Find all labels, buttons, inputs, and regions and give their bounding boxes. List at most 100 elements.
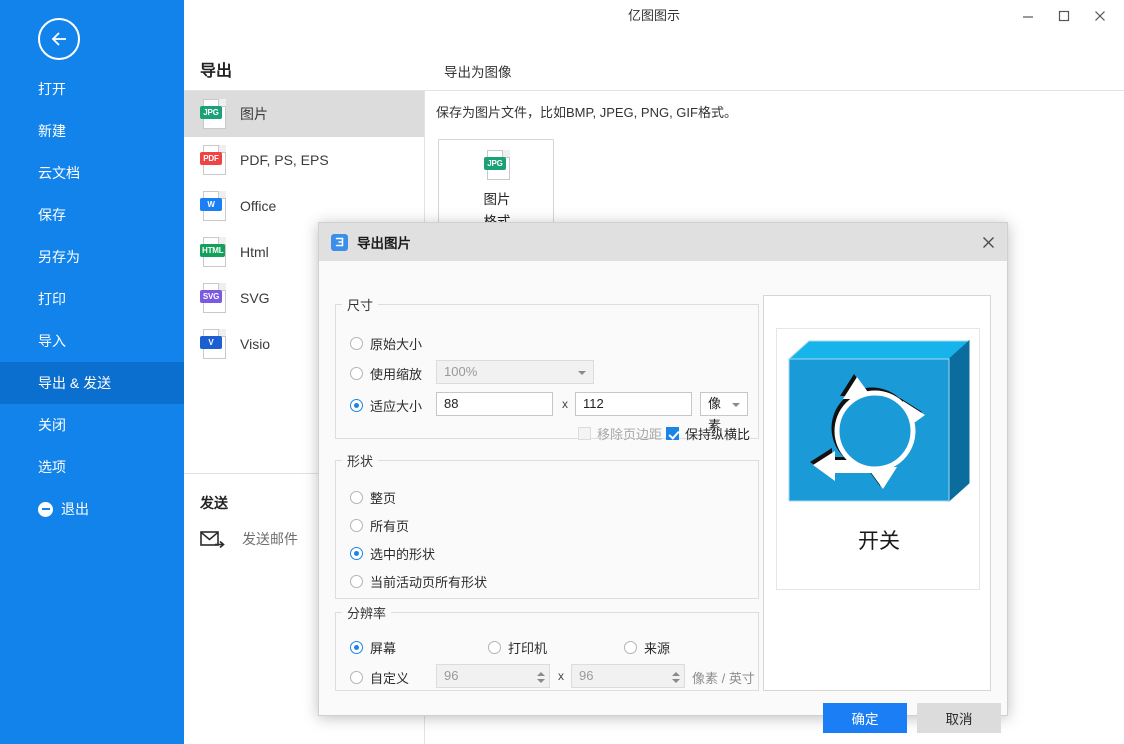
cancel-button-label: 取消 (945, 712, 973, 727)
format-card-line1: 图片 (483, 192, 511, 207)
checkbox-remove-margin[interactable]: 移除页边距 (578, 424, 662, 443)
back-arrow-icon[interactable] (38, 18, 80, 60)
file-type-image[interactable]: JPG 图片 (184, 91, 424, 137)
size-group-legend: 尺寸 (347, 298, 374, 313)
checkbox-indicator (666, 427, 679, 440)
radio-label: 自定义 (370, 671, 410, 686)
word-file-icon: W (200, 191, 226, 221)
size-group: 尺寸 原始大小 使用缩放 100% 适应大小 88 x 112 像素 移除页边距… (335, 295, 759, 442)
scale-select[interactable]: 100% (436, 360, 594, 384)
file-type-label: 图片 (240, 106, 268, 122)
jpg-file-icon: JPG (200, 99, 226, 129)
dpi-y-input[interactable]: 96 (571, 664, 685, 688)
visio-file-icon: V (200, 329, 226, 359)
radio-indicator (488, 641, 501, 654)
radio-printer[interactable]: 打印机 (488, 638, 547, 657)
height-input[interactable]: 112 (575, 392, 692, 416)
radio-active-page-shapes[interactable]: 当前活动页所有形状 (350, 572, 487, 591)
radio-indicator (350, 337, 363, 350)
radio-selected-shapes[interactable]: 选中的形状 (350, 544, 435, 563)
dpi-x-input[interactable]: 96 (436, 664, 550, 688)
image-format-card[interactable]: JPG 图片 格式 (438, 139, 554, 229)
radio-screen[interactable]: 屏幕 (350, 638, 396, 657)
width-input[interactable]: 88 (436, 392, 553, 416)
window-controls (1010, 0, 1118, 32)
checkbox-keep-ratio[interactable]: 保持纵横比 (666, 424, 750, 443)
radio-all-pages[interactable]: 所有页 (350, 516, 409, 535)
radio-label: 原始大小 (370, 337, 423, 352)
unit-select[interactable]: 像素 (700, 392, 748, 433)
file-type-label: PDF, PS, EPS (240, 152, 329, 168)
radio-indicator (350, 491, 363, 504)
radio-label: 当前活动页所有形状 (370, 575, 488, 590)
sidebar-item-close[interactable]: 关闭 (0, 404, 184, 446)
radio-custom-dpi[interactable]: 自定义 (350, 668, 409, 687)
minus-circle-icon (38, 501, 53, 517)
sidebar-item-label: 保存 (38, 207, 66, 223)
backstage-sidebar: 打开 新建 云文档 保存 另存为 打印 导入 导出 & 发送 关闭 选项 退出 (0, 0, 184, 744)
radio-indicator (350, 367, 363, 380)
sidebar-item-options[interactable]: 选项 (0, 446, 184, 488)
svg-file-icon: SVG (200, 283, 226, 313)
close-icon[interactable] (1082, 1, 1118, 31)
file-icon-tag: W (200, 198, 222, 211)
minimize-icon[interactable] (1010, 1, 1046, 31)
file-type-label: Office (240, 198, 277, 214)
sidebar-item-new[interactable]: 新建 (0, 110, 184, 152)
radio-indicator (350, 399, 363, 412)
shape-group-legend: 形状 (347, 454, 374, 469)
shape-group: 形状 整页 所有页 选中的形状 当前活动页所有形状 (335, 451, 759, 599)
radio-whole-page[interactable]: 整页 (350, 488, 396, 507)
sidebar-item-import[interactable]: 导入 (0, 320, 184, 362)
file-type-pdf[interactable]: PDF PDF, PS, EPS (184, 137, 424, 183)
maximize-icon[interactable] (1046, 1, 1082, 31)
sidebar-item-label: 关闭 (38, 417, 66, 433)
eddx-logo-icon (331, 233, 348, 251)
checkbox-label: 保持纵横比 (685, 427, 751, 442)
preview-panel: 开关 (763, 295, 991, 691)
sidebar-item-label: 退出 (61, 501, 89, 517)
sidebar-item-save-as[interactable]: 另存为 (0, 236, 184, 278)
sidebar-item-label: 导入 (38, 333, 66, 349)
resolution-group: 分辨率 屏幕 打印机 来源 自定义 96 x 96 像素 / 英寸 (335, 603, 759, 691)
dpi-y-stepper[interactable] (668, 666, 683, 688)
dialog-title: 导出图片 (357, 236, 411, 251)
sidebar-item-print[interactable]: 打印 (0, 278, 184, 320)
radio-label: 来源 (644, 641, 671, 656)
mail-send-icon (200, 531, 225, 549)
sidebar-item-export-and-send[interactable]: 导出 & 发送 (0, 362, 184, 404)
file-icon-tag: SVG (200, 290, 222, 303)
export-heading: 导出 (200, 63, 233, 80)
file-icon-tag: HTML (200, 244, 226, 257)
radio-indicator (350, 575, 363, 588)
dpi-x-stepper[interactable] (533, 666, 548, 688)
radio-indicator (350, 641, 363, 654)
dialog-close-icon[interactable] (973, 227, 1003, 257)
sidebar-item-label: 导出 & 发送 (38, 375, 112, 391)
back-arrow-glyph (51, 32, 66, 46)
send-email-item[interactable]: 发送邮件 (200, 529, 298, 549)
file-icon-tag: V (200, 336, 222, 349)
file-type-label: Html (240, 244, 269, 260)
radio-fit-size[interactable]: 适应大小 (350, 396, 422, 415)
radio-original-size[interactable]: 原始大小 (350, 334, 422, 353)
dpi-x-separator: x (558, 669, 564, 683)
file-icon-tag: PDF (200, 152, 222, 165)
chevron-down-icon (578, 371, 586, 375)
ok-button[interactable]: 确定 (823, 703, 907, 733)
radio-use-scale[interactable]: 使用缩放 (350, 364, 422, 383)
radio-indicator (350, 671, 363, 684)
sidebar-item-cloud-docs[interactable]: 云文档 (0, 152, 184, 194)
cancel-button[interactable]: 取消 (917, 703, 1001, 733)
sidebar-item-open[interactable]: 打开 (0, 68, 184, 110)
sidebar-item-save[interactable]: 保存 (0, 194, 184, 236)
dpi-y-value: 96 (579, 668, 594, 683)
radio-label: 适应大小 (370, 399, 423, 414)
scale-select-value: 100% (444, 364, 478, 379)
dialog-action-bar: 确定 取消 (319, 691, 1007, 744)
sidebar-item-exit[interactable]: 退出 (0, 488, 184, 530)
radio-source[interactable]: 来源 (624, 638, 670, 657)
jpg-file-icon: JPG (484, 150, 510, 180)
sidebar-item-label: 另存为 (38, 249, 80, 265)
send-section-title: 发送 (200, 495, 228, 511)
